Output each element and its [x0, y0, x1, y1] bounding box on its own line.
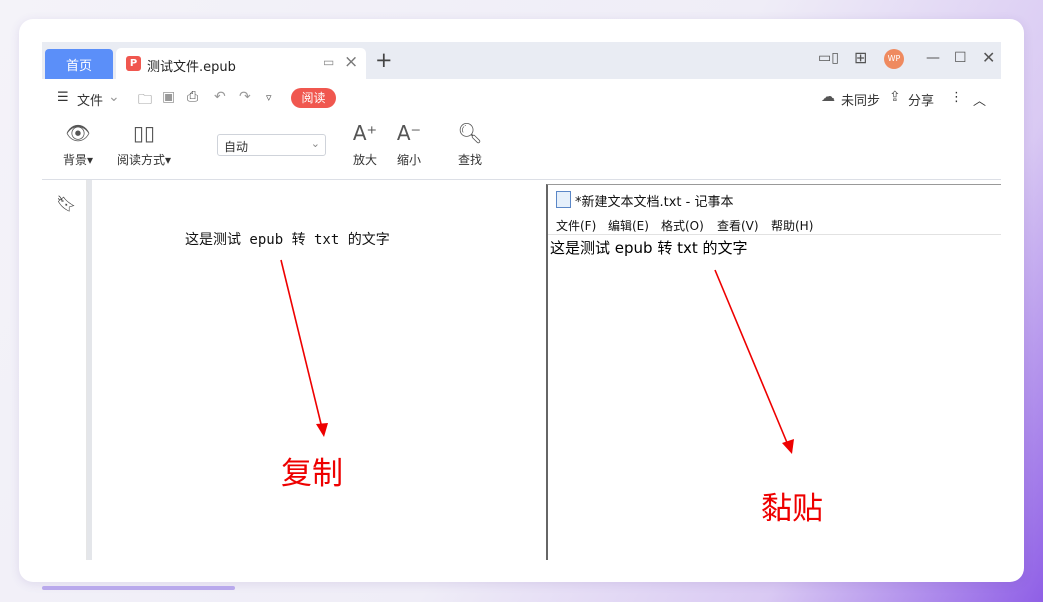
- notepad-menu-format[interactable]: 格式(O): [661, 217, 704, 234]
- zoom-in-label: 放大: [352, 153, 377, 167]
- paste-annotation: 黏贴: [761, 491, 823, 527]
- print-icon[interactable]: ⎙: [187, 89, 198, 105]
- undo-icon[interactable]: ↶: [214, 89, 226, 105]
- background-label: 背景: [62, 153, 87, 167]
- book-icon: ▯▯: [132, 121, 155, 145]
- zoom-in-tool[interactable]: A⁺ 放大: [350, 115, 380, 168]
- frame-underline: [42, 586, 235, 590]
- read-mode-pill[interactable]: 阅读: [291, 88, 336, 108]
- layout-switch-icon[interactable]: ▭▯: [818, 50, 839, 66]
- epub-text[interactable]: 这是测试 epub 转 txt 的文字: [185, 229, 390, 249]
- chevron-down-icon: ⌄: [310, 137, 320, 150]
- avatar[interactable]: WP: [884, 49, 904, 69]
- zoom-out-tool[interactable]: A⁻ 缩小: [394, 115, 424, 168]
- tab-home[interactable]: 首页: [45, 49, 113, 79]
- notepad-text[interactable]: 这是测试 epub 转 txt 的文字: [550, 237, 748, 258]
- more-dropdown-icon[interactable]: ▿: [266, 91, 272, 104]
- reader-ribbon: 👁 背景▾ ▯▯ 阅读方式▾ 自动 ⌄ A⁺ 放大 A⁻ 缩小 🔍︎ 查找: [42, 115, 1001, 180]
- minimize-icon[interactable]: —: [926, 50, 940, 66]
- read-mode-select[interactable]: 自动 ⌄: [217, 134, 326, 156]
- tab-home-label: 首页: [65, 58, 92, 74]
- tab-document[interactable]: P 测试文件.epub ▭ ×: [116, 48, 366, 79]
- notepad-icon: [556, 191, 571, 208]
- copy-annotation: 复制: [281, 456, 343, 492]
- find-tool[interactable]: 🔍︎ 查找: [455, 115, 485, 168]
- read-mode-label: 阅读方式: [116, 153, 165, 167]
- notepad-menubar: 文件(F) 编辑(E) 格式(O) 查看(V) 帮助(H): [548, 214, 1001, 235]
- tab-document-label: 测试文件.epub: [147, 60, 236, 75]
- sync-status[interactable]: 未同步: [841, 90, 880, 109]
- monitor-icon[interactable]: ▭: [323, 55, 334, 69]
- epub-page[interactable]: 这是测试 epub 转 txt 的文字: [92, 180, 545, 560]
- close-tab-icon[interactable]: ×: [344, 52, 358, 72]
- font-decrease-icon: A⁻: [396, 121, 422, 145]
- share-button[interactable]: 分享: [908, 90, 934, 109]
- zoom-out-label: 缩小: [396, 153, 421, 167]
- font-increase-icon: A⁺: [352, 121, 378, 145]
- share-icon[interactable]: ⇪: [889, 89, 901, 105]
- background-tool[interactable]: 👁 背景▾: [60, 115, 96, 168]
- notepad-menu-edit[interactable]: 编辑(E): [608, 217, 649, 234]
- read-mode-tool[interactable]: ▯▯ 阅读方式▾: [114, 115, 174, 168]
- cloud-icon[interactable]: ☁: [821, 89, 835, 105]
- notepad-menu-help[interactable]: 帮助(H): [771, 217, 813, 234]
- close-window-icon[interactable]: ✕: [982, 48, 995, 67]
- chevron-down-icon[interactable]: ⌄: [108, 89, 120, 105]
- notepad-title: *新建文本文档.txt - 记事本: [575, 195, 734, 210]
- notepad-menu-view[interactable]: 查看(V): [717, 217, 759, 234]
- main-toolbar: ☰ 文件 ⌄ 🗀 ▣ ⎙ ↶ ↷ ▿ 阅读 ☁ 未同步 ⇪ 分享 ⋮ ︿: [42, 79, 1001, 115]
- open-folder-icon[interactable]: 🗀: [138, 89, 152, 113]
- maximize-icon[interactable]: ☐: [954, 50, 967, 66]
- tab-bar: 首页 P 测试文件.epub ▭ × + ▭▯ ⊞ WP — ☐ ✕: [42, 42, 1001, 79]
- wps-reader-window: 首页 P 测试文件.epub ▭ × + ▭▯ ⊞ WP — ☐ ✕ ☰ 文件 …: [42, 42, 1001, 560]
- menu-hamburger-icon[interactable]: ☰: [57, 90, 69, 105]
- eye-icon: 👁: [65, 121, 91, 145]
- find-label: 查找: [457, 153, 482, 167]
- redo-icon[interactable]: ↷: [239, 89, 251, 105]
- apps-grid-icon[interactable]: ⊞: [854, 48, 867, 67]
- file-menu[interactable]: 文件: [77, 90, 103, 109]
- collapse-icon[interactable]: ︿: [973, 90, 986, 109]
- more-icon[interactable]: ⋮: [950, 90, 963, 105]
- new-tab-button[interactable]: +: [375, 48, 393, 72]
- read-mode-value: 自动: [224, 140, 249, 154]
- bookmark-icon[interactable]: 🔖︎: [56, 194, 76, 213]
- epub-file-icon: P: [126, 56, 141, 71]
- search-icon: 🔍︎: [457, 121, 483, 145]
- notepad-menu-file[interactable]: 文件(F): [556, 217, 596, 234]
- save-icon[interactable]: ▣: [162, 89, 175, 105]
- side-panel: 🔖︎: [42, 180, 87, 560]
